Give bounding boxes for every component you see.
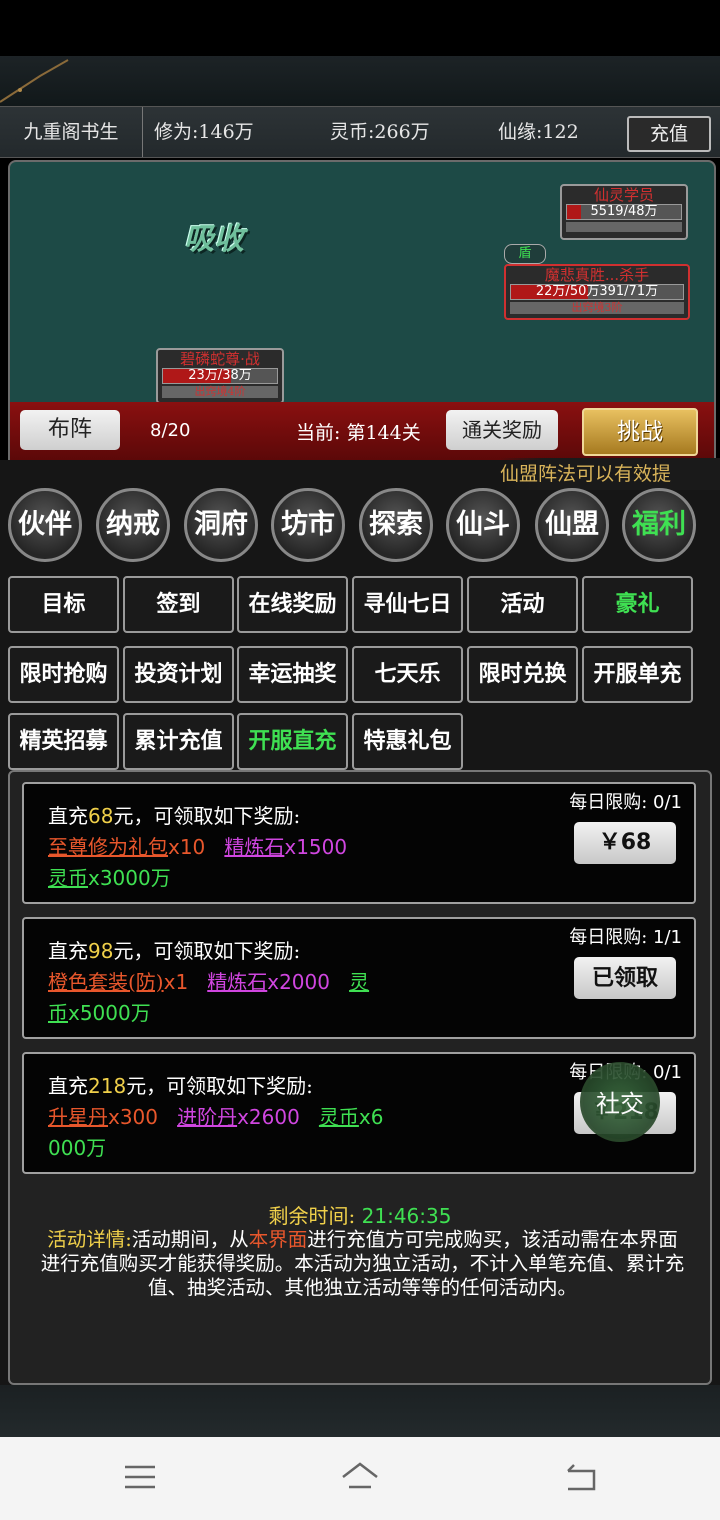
claimed-button[interactable]: 已领取	[574, 957, 676, 999]
system-nav-bar	[0, 1437, 720, 1520]
offer-title: 直充98元，可领取如下奖励:	[48, 939, 301, 963]
tab-direct-recharge[interactable]: 开服直充	[237, 713, 348, 770]
wave-counter: 8/20	[150, 420, 191, 441]
menu-partner[interactable]: 伙伴	[8, 488, 82, 562]
reward-item[interactable]: 进阶丹	[177, 1105, 237, 1129]
reward-item[interactable]: 精炼石	[224, 835, 284, 859]
tab-activity[interactable]: 活动	[467, 576, 578, 633]
offer-amount: 218	[88, 1074, 127, 1098]
unit-sub-bar	[566, 222, 682, 232]
hp-text: 22万/50万391/71万	[535, 284, 659, 299]
scrolling-tip: 仙盟阵法可以有效提	[500, 458, 720, 490]
menu-ring[interactable]: 纳戒	[96, 488, 170, 562]
reward-item[interactable]: 橙色套装(防)	[48, 970, 164, 994]
reward-list: 升星丹x300 进阶丹x2600 灵币x6 000万	[48, 1105, 384, 1160]
absorb-effect-text: 吸收	[184, 222, 244, 257]
offer-title: 直充68元，可领取如下奖励:	[48, 804, 301, 828]
current-stage: 当前: 第144关	[296, 422, 421, 444]
remaining-time: 剩余时间: 21:46:35	[268, 1204, 452, 1228]
fate-stat: 仙缘:122	[498, 121, 579, 143]
battle-control-bar: 布阵 8/20 当前: 第144关 通关奖励 挑战	[10, 402, 714, 462]
unit-name: 碧磷蛇尊·战	[180, 350, 260, 368]
hp-bar: 23万/38万	[162, 368, 278, 384]
tab-investment[interactable]: 投资计划	[123, 646, 234, 703]
ally-unit[interactable]: 碧磷蛇尊·战 23万/38万 出窍境4阶	[156, 348, 284, 404]
formation-button[interactable]: 布阵	[20, 410, 120, 450]
menu-arena[interactable]: 仙斗	[446, 488, 520, 562]
daily-limit: 每日限购: 1/1	[569, 927, 682, 948]
menu-welfare[interactable]: 福利	[622, 488, 696, 562]
tab-seven-days[interactable]: 寻仙七日	[352, 576, 463, 633]
scenic-background-top	[0, 56, 720, 106]
menu-icon[interactable]	[120, 1457, 160, 1497]
tab-cumulative-recharge[interactable]: 累计充值	[123, 713, 234, 770]
menu-market[interactable]: 坊市	[271, 488, 345, 562]
tab-elite-recruit[interactable]: 精英招募	[8, 713, 119, 770]
shield-badge: 盾	[504, 244, 546, 264]
hp-text: 5519/48万	[590, 204, 658, 219]
unit-name: 魔悲真胜...杀手	[544, 266, 650, 284]
scenic-background-bottom	[0, 1385, 720, 1437]
offer-card: 直充98元，可领取如下奖励: 每日限购: 1/1 橙色套装(防)x1 精炼石x2…	[22, 917, 696, 1039]
unit-realm: 出窍境4阶	[162, 386, 278, 398]
battle-panel: 吸收 仙灵学员 5519/48万 盾 魔悲真胜...杀手 22万/50万391/…	[8, 160, 716, 464]
home-icon[interactable]	[340, 1457, 380, 1497]
menu-cave[interactable]: 洞府	[184, 488, 258, 562]
branch-decoration	[0, 59, 69, 103]
enemy-unit[interactable]: 仙灵学员 5519/48万	[560, 184, 688, 240]
tab-lucky-draw[interactable]: 幸运抽奖	[237, 646, 348, 703]
reward-item[interactable]: 精炼石	[207, 970, 267, 994]
offer-title: 直充218元，可领取如下奖励:	[48, 1074, 313, 1098]
offer-card: 直充68元，可领取如下奖励: 每日限购: 0/1 至尊修为礼包x10 精炼石x1…	[22, 782, 696, 904]
challenge-button[interactable]: 挑战	[582, 408, 698, 456]
reward-list: 橙色套装(防)x1 精炼石x2000 灵币x5000万	[48, 970, 370, 1025]
player-name: 九重阁书生	[0, 107, 143, 157]
tab-special-pack[interactable]: 特惠礼包	[352, 713, 463, 770]
reward-item[interactable]: 灵币	[319, 1105, 359, 1129]
menu-explore[interactable]: 探索	[359, 488, 433, 562]
tab-sign-in[interactable]: 签到	[123, 576, 234, 633]
activity-details: 活动详情:活动期间，从本界面进行充值方可完成购买，该活动需在本界面进行充值购买才…	[40, 1228, 685, 1299]
daily-limit: 每日限购: 0/1	[569, 792, 682, 813]
offer-amount: 68	[88, 804, 114, 828]
back-icon[interactable]	[560, 1457, 600, 1497]
hp-bar: 5519/48万	[566, 204, 682, 220]
tab-flash-sale[interactable]: 限时抢购	[8, 646, 119, 703]
spirit-coin-stat: 灵币:266万	[330, 121, 430, 143]
unit-realm: 出窍境3阶	[510, 302, 684, 314]
player-info-bar: 九重阁书生 修为:146万 灵币:266万 仙缘:122 充值	[0, 106, 720, 158]
tab-online-reward[interactable]: 在线奖励	[237, 576, 348, 633]
reward-item[interactable]: 灵	[349, 970, 369, 994]
reward-item[interactable]: 升星丹	[48, 1105, 108, 1129]
unit-name: 仙灵学员	[593, 186, 654, 204]
countdown: 21:46:35	[361, 1204, 452, 1228]
tab-exchange[interactable]: 限时兑换	[467, 646, 578, 703]
recharge-button[interactable]: 充值	[627, 116, 711, 152]
hp-fill	[567, 205, 581, 219]
reward-item[interactable]: 至尊修为礼包	[48, 835, 168, 859]
hp-bar: 22万/50万391/71万	[510, 284, 684, 300]
social-floating-button[interactable]: 社交	[580, 1062, 660, 1142]
menu-alliance[interactable]: 仙盟	[535, 488, 609, 562]
cultivation-stat: 修为:146万	[154, 121, 254, 143]
buy-68-button[interactable]: ￥68	[574, 822, 676, 864]
hp-text: 23万/38万	[188, 368, 252, 383]
enemy-unit[interactable]: 魔悲真胜...杀手 22万/50万391/71万 出窍境3阶	[504, 264, 690, 320]
status-bar	[0, 0, 720, 56]
tab-seven-day-fun[interactable]: 七天乐	[352, 646, 463, 703]
tab-single-recharge[interactable]: 开服单充	[582, 646, 693, 703]
reward-list: 至尊修为礼包x10 精炼石x1500 灵币x3000万	[48, 835, 348, 890]
tab-goals[interactable]: 目标	[8, 576, 119, 633]
reward-item[interactable]: 灵币	[48, 866, 88, 890]
tab-luxury-gift[interactable]: 豪礼	[582, 576, 693, 633]
offer-amount: 98	[88, 939, 114, 963]
clear-reward-button[interactable]: 通关奖励	[446, 410, 558, 450]
